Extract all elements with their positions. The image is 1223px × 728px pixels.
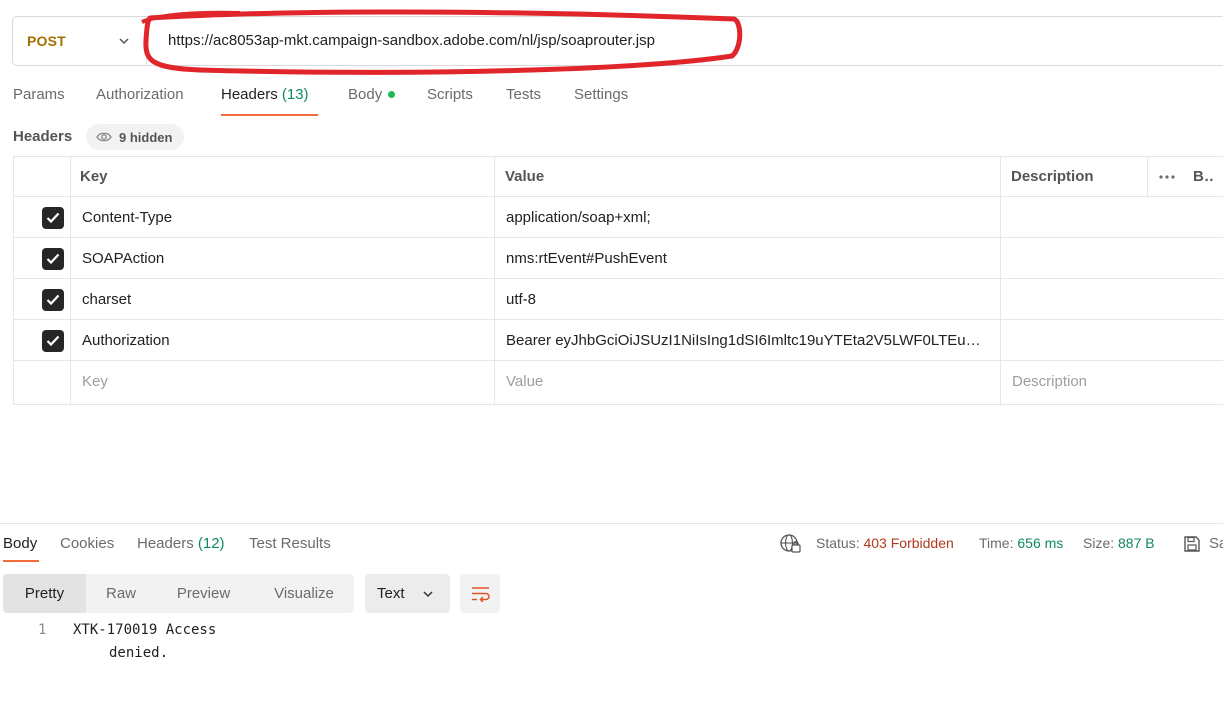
wrap-lines-button[interactable]: [460, 574, 500, 613]
checkmark-icon: [46, 212, 60, 224]
response-body-line-continuation: denied.: [109, 645, 169, 661]
header-value[interactable]: application/soap+xml;: [506, 197, 992, 238]
response-status: Status: 403 Forbidden: [816, 535, 954, 551]
format-preview[interactable]: Preview: [161, 574, 246, 613]
tab-body[interactable]: Body: [348, 86, 396, 103]
response-tab-body[interactable]: Body: [3, 535, 37, 552]
response-tab-test-results[interactable]: Test Results: [249, 535, 331, 552]
url-bar: POST https://ac8053ap-mkt.campaign-sandb…: [12, 16, 1223, 66]
chevron-down-icon: [423, 591, 433, 598]
tab-headers[interactable]: Headers (13): [221, 86, 309, 103]
row-checkbox[interactable]: [42, 207, 64, 229]
body-indicator-dot: [388, 90, 396, 98]
globe-lock-icon[interactable]: [780, 534, 802, 554]
url-input[interactable]: https://ac8053ap-mkt.campaign-sandbox.ad…: [168, 17, 655, 65]
line-number: 1: [38, 622, 47, 638]
format-pretty[interactable]: Pretty: [3, 574, 86, 613]
save-icon[interactable]: [1183, 535, 1201, 553]
tab-params[interactable]: Params: [13, 86, 65, 103]
size-value: 887 B: [1118, 535, 1155, 551]
eye-icon: [96, 132, 112, 142]
checkmark-icon: [46, 294, 60, 306]
column-header-key: Key: [80, 168, 108, 185]
description-input[interactable]: Description: [1012, 361, 1087, 402]
table-row: Content-Type application/soap+xml;: [13, 197, 1223, 238]
column-header-description: Description: [1011, 168, 1094, 185]
row-checkbox[interactable]: [42, 330, 64, 352]
key-input[interactable]: Key: [82, 361, 108, 402]
new-header-row: Key Value Description: [13, 361, 1223, 405]
format-visualize[interactable]: Visualize: [258, 574, 350, 613]
table-row: charset utf-8: [13, 279, 1223, 320]
format-tabs: Pretty Raw Preview Visualize: [3, 574, 354, 613]
response-tab-cookies[interactable]: Cookies: [60, 535, 114, 552]
table-row: Authorization Bearer eyJhbGciOiJSUzI1NiI…: [13, 320, 1223, 361]
header-value[interactable]: Bearer eyJhbGciOiJSUzI1NiIsIng1dSI6Imltc…: [506, 320, 992, 361]
table-row: SOAPAction nms:rtEvent#PushEvent: [13, 238, 1223, 279]
response-time: Time: 656 ms: [979, 535, 1064, 551]
header-key[interactable]: SOAPAction: [82, 238, 487, 279]
response-divider: [0, 523, 1223, 524]
checkmark-icon: [46, 335, 60, 347]
header-key[interactable]: charset: [82, 279, 487, 320]
headers-section-title: Headers: [13, 128, 73, 145]
tab-scripts[interactable]: Scripts: [427, 86, 473, 103]
bulk-edit-link[interactable]: Bulk Edit: [1193, 156, 1215, 197]
time-value: 656 ms: [1017, 535, 1064, 551]
language-select[interactable]: Text: [365, 574, 450, 613]
checkmark-icon: [46, 253, 60, 265]
chevron-down-icon: [119, 38, 129, 45]
status-value: 403 Forbidden: [863, 535, 954, 551]
header-value[interactable]: nms:rtEvent#PushEvent: [506, 238, 992, 279]
value-input[interactable]: Value: [506, 361, 543, 402]
tab-settings[interactable]: Settings: [574, 86, 628, 103]
hidden-headers-toggle[interactable]: 9 hidden: [86, 124, 185, 150]
active-tab-indicator: [221, 114, 318, 116]
more-options-icon[interactable]: [1159, 175, 1175, 179]
tab-tests[interactable]: Tests: [506, 86, 541, 103]
row-checkbox[interactable]: [42, 248, 64, 270]
header-value[interactable]: utf-8: [506, 279, 992, 320]
row-checkbox[interactable]: [42, 289, 64, 311]
table-header-row: Key Value Description Bulk Edit: [13, 156, 1223, 197]
active-response-tab-indicator: [3, 560, 39, 562]
column-header-value: Value: [505, 168, 545, 185]
response-body-line: XTK-170019 Access: [73, 622, 217, 638]
response-size: Size: 887 B: [1083, 535, 1155, 551]
wrap-lines-icon: [472, 587, 490, 602]
method-select[interactable]: POST: [13, 17, 147, 65]
hidden-headers-label: 9 hidden: [119, 129, 173, 145]
language-label: Text: [377, 585, 405, 602]
response-tab-headers[interactable]: Headers (12): [137, 535, 225, 552]
response-headers-count: (12): [197, 535, 225, 552]
format-raw[interactable]: Raw: [91, 574, 151, 613]
header-key[interactable]: Authorization: [82, 320, 487, 361]
headers-count: (13): [281, 86, 309, 103]
method-label: POST: [27, 33, 66, 49]
save-response-button[interactable]: Save Response: [1209, 535, 1223, 552]
tab-authorization[interactable]: Authorization: [96, 86, 184, 103]
header-key[interactable]: Content-Type: [82, 197, 487, 238]
